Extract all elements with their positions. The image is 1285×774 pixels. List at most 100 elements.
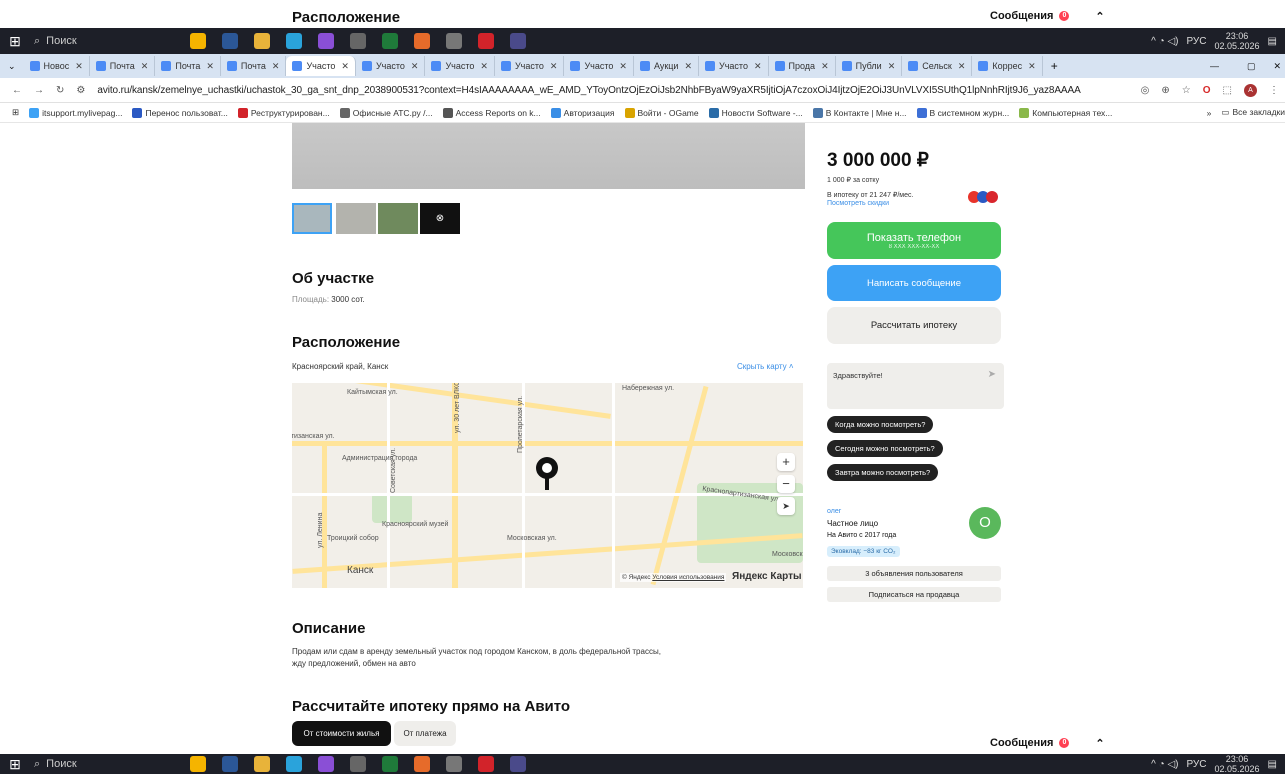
close-tab-icon[interactable]: ✕ xyxy=(619,61,627,72)
browser-tab[interactable]: Аукци ✕ xyxy=(634,56,700,76)
show-phone-button[interactable]: Показать телефон 8 XXX XXX-XX-XX xyxy=(827,222,1001,259)
more-bookmarks-icon[interactable]: » xyxy=(1207,108,1212,118)
yandex-maps-logo[interactable]: Яндекс Карты xyxy=(732,571,802,582)
bookmark-item[interactable]: Авторизация xyxy=(550,107,615,118)
map-thumb-icon[interactable]: ⊗ xyxy=(420,203,460,234)
quick-question-chip[interactable]: Когда можно посмотреть? xyxy=(827,416,934,433)
chrome-icon[interactable] xyxy=(414,33,430,49)
close-tab-icon[interactable]: ✕ xyxy=(1028,61,1036,72)
browser-tab[interactable]: Участо ✕ xyxy=(495,56,565,76)
opera-icon[interactable]: O xyxy=(1203,85,1211,96)
bookmark-item[interactable]: Компьютерная тех... xyxy=(1019,107,1112,118)
avatar[interactable]: О xyxy=(969,507,1001,539)
close-tab-icon[interactable]: ✕ xyxy=(754,61,762,72)
photo-thumb[interactable] xyxy=(336,203,376,234)
close-tab-icon[interactable]: ✕ xyxy=(141,61,149,72)
copilot-icon[interactable] xyxy=(190,33,206,49)
app-icon[interactable] xyxy=(510,33,526,49)
messages-widget[interactable]: Сообщения 0 ⌃ xyxy=(980,6,1116,26)
reload-icon[interactable]: ↻ xyxy=(56,85,64,96)
browser-tab[interactable]: Прода ✕ xyxy=(769,56,836,76)
bookmark-item[interactable]: Перенос пользоват... xyxy=(132,107,228,118)
close-window-button[interactable]: ✕ xyxy=(1269,61,1285,72)
browser-tab[interactable]: Участо ✕ xyxy=(564,56,634,76)
url-field[interactable]: avito.ru/kansk/zemelnye_uchastki/uchasto… xyxy=(97,85,1080,96)
browser-tab[interactable]: Почта ✕ xyxy=(155,56,221,76)
close-tab-icon[interactable]: ✕ xyxy=(480,61,488,72)
app-icon[interactable] xyxy=(382,756,398,772)
map-terms-link[interactable]: Условия использования xyxy=(652,574,724,581)
zoom-in-button[interactable]: + xyxy=(777,453,795,471)
explorer-icon[interactable] xyxy=(254,756,270,772)
bookmark-item[interactable]: В системном журн... xyxy=(916,107,1009,118)
location-pin-icon[interactable] xyxy=(536,457,558,479)
lang-indicator[interactable]: РУС xyxy=(1186,36,1206,47)
close-tab-icon[interactable]: ✕ xyxy=(411,61,419,72)
close-tab-icon[interactable]: ✕ xyxy=(821,61,829,72)
bookmark-item[interactable]: Access Reports on k... xyxy=(442,107,541,118)
chrome-icon[interactable] xyxy=(414,756,430,772)
map[interactable]: Кайтымская ул. Набережная ул. Эртизанская … xyxy=(292,383,803,588)
close-tab-icon[interactable]: ✕ xyxy=(75,61,83,72)
tab-from-payment[interactable]: От платежа xyxy=(394,721,456,746)
app-icon[interactable] xyxy=(350,33,366,49)
extensions-icon[interactable]: ⬚ xyxy=(1223,85,1232,96)
edge-icon[interactable] xyxy=(286,33,302,49)
browser-tab[interactable]: Новос ✕ xyxy=(24,56,90,76)
back-icon[interactable]: ← xyxy=(12,85,22,96)
user-ads-button[interactable]: 3 объявления пользователя xyxy=(827,566,1001,581)
calculator-icon[interactable] xyxy=(446,33,462,49)
acrobat-icon[interactable] xyxy=(478,33,494,49)
app-icon[interactable] xyxy=(382,33,398,49)
notification-icon[interactable]: ▤ xyxy=(1268,759,1277,770)
send-icon[interactable]: ➤ xyxy=(988,369,996,380)
app-icon[interactable] xyxy=(350,756,366,772)
tray-icons[interactable]: ^ ◔ ◁) xyxy=(1151,759,1178,770)
eco-badge[interactable]: Эковклад: −83 кг CO₂ xyxy=(827,546,900,557)
browser-tab[interactable]: Почта ✕ xyxy=(221,56,287,76)
word-icon[interactable] xyxy=(222,33,238,49)
messages-widget-bottom[interactable]: Сообщения 0 ⌃ xyxy=(980,733,1116,753)
see-discounts-link[interactable]: Посмотреть скидки xyxy=(827,200,889,207)
profile-avatar[interactable]: A xyxy=(1244,83,1257,97)
photo-thumb[interactable] xyxy=(292,203,332,234)
new-tab-button[interactable]: + xyxy=(1043,59,1066,73)
photo-thumb[interactable] xyxy=(378,203,418,234)
taskbar-search[interactable]: ⌕ Поиск xyxy=(30,758,160,771)
lang-indicator[interactable]: РУС xyxy=(1186,759,1206,770)
browser-tab[interactable]: Участо ✕ xyxy=(699,56,769,76)
maximize-button[interactable]: ▢ xyxy=(1233,61,1270,72)
menu-icon[interactable]: ⋮ xyxy=(1269,85,1285,96)
clock[interactable]: 23:06 02.05.2026 xyxy=(1215,31,1260,51)
chevron-up-icon[interactable]: ⌃ xyxy=(1095,10,1104,23)
browser-tab[interactable]: Почта ✕ xyxy=(90,56,156,76)
minimize-button[interactable]: — xyxy=(1196,61,1233,71)
site-info-icon[interactable]: ⚙ xyxy=(76,85,85,96)
tab-list-icon[interactable]: ⌄ xyxy=(0,61,24,72)
app-icon[interactable] xyxy=(318,33,334,49)
lens-icon[interactable]: ◎ xyxy=(1141,85,1150,96)
bookmark-item[interactable]: itsupport.mylivepag... xyxy=(29,107,122,118)
windows-start-icon[interactable]: ⊞ xyxy=(0,33,30,50)
quick-question-chip[interactable]: Сегодня можно посмотреть? xyxy=(827,440,943,457)
windows-start-icon[interactable]: ⊞ xyxy=(0,756,30,773)
word-icon[interactable] xyxy=(222,756,238,772)
taskbar-search[interactable]: ⌕ Поиск xyxy=(30,35,160,48)
close-tab-icon[interactable]: ✕ xyxy=(550,61,558,72)
zoom-icon[interactable]: ⊕ xyxy=(1161,85,1169,96)
subscribe-button[interactable]: Подписаться на продавца xyxy=(827,587,1001,602)
app-icon[interactable] xyxy=(318,756,334,772)
close-tab-icon[interactable]: ✕ xyxy=(888,61,896,72)
close-tab-icon[interactable]: ✕ xyxy=(206,61,214,72)
edge-icon[interactable] xyxy=(286,756,302,772)
acrobat-icon[interactable] xyxy=(478,756,494,772)
app-icon[interactable] xyxy=(510,756,526,772)
browser-tab[interactable]: Сельск ✕ xyxy=(902,56,973,76)
apps-grid-icon[interactable]: ⊞ xyxy=(12,107,19,118)
browser-tab[interactable]: Участо ✕ xyxy=(356,56,426,76)
photo-main[interactable] xyxy=(292,123,805,189)
browser-tab[interactable]: Публи ✕ xyxy=(836,56,903,76)
tab-from-price[interactable]: От стоимости жилья xyxy=(292,721,391,746)
calculator-icon[interactable] xyxy=(446,756,462,772)
chevron-up-icon[interactable]: ⌃ xyxy=(1095,737,1104,750)
